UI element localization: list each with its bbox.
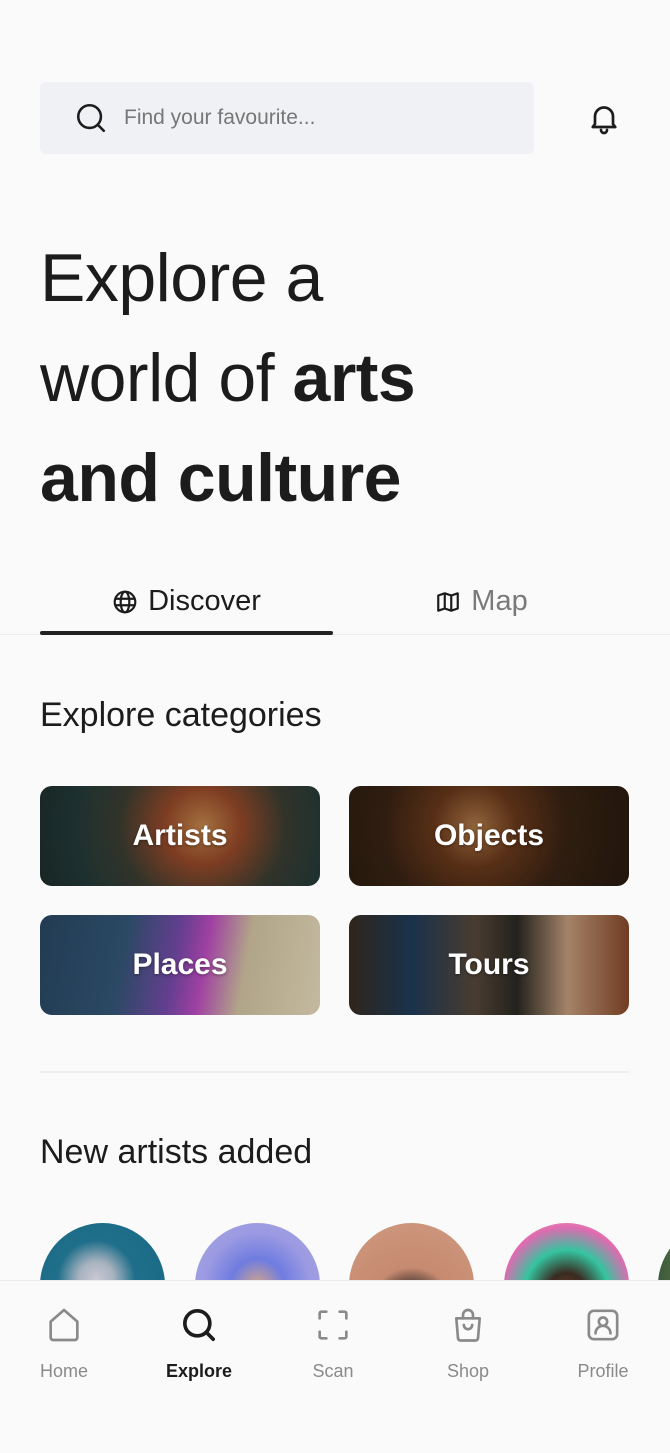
artist-avatar[interactable] [504, 1223, 629, 1280]
category-label: Tours [448, 948, 530, 981]
tab-discover-label: Discover [148, 585, 261, 617]
section-divider [40, 1071, 629, 1073]
category-label: Places [132, 948, 228, 981]
category-card-artists[interactable]: Artists [40, 786, 320, 886]
category-label: Artists [132, 819, 228, 852]
hero-line-3: and culture [40, 440, 402, 516]
bell-icon[interactable] [586, 100, 622, 136]
hero-line-1: Explore a [40, 240, 323, 316]
map-icon [437, 591, 460, 612]
category-label: Objects [433, 819, 545, 852]
search-row [40, 82, 630, 154]
nav-shop-label: Shop [446, 1361, 490, 1381]
nav-profile[interactable]: Profile [543, 1305, 663, 1382]
search-input[interactable] [124, 106, 504, 130]
tab-discover[interactable]: Discover [40, 570, 333, 633]
artist-avatar[interactable] [658, 1223, 670, 1280]
nav-home[interactable]: Home [4, 1305, 124, 1382]
home-icon [49, 1308, 79, 1342]
artist-avatar[interactable] [40, 1223, 165, 1280]
tab-map-label: Map [471, 585, 528, 617]
search-icon [76, 103, 106, 133]
nav-explore[interactable]: Explore [139, 1305, 259, 1382]
hero-heading: Explore a world of arts and culture [40, 228, 416, 528]
nav-explore-label: Explore [165, 1361, 233, 1381]
active-tab-indicator [40, 631, 333, 635]
hero-line-2-light: world of [40, 340, 293, 416]
nav-scan-label: Scan [312, 1361, 354, 1381]
bottom-navigation: Home Explore Scan Shop Profile [0, 1280, 670, 1453]
category-card-places[interactable]: Places [40, 915, 320, 1015]
category-card-objects[interactable]: Objects [349, 786, 629, 886]
shopping-bag-icon [455, 1308, 481, 1342]
nav-home-label: Home [39, 1361, 88, 1381]
search-icon [183, 1309, 216, 1341]
search-box[interactable] [40, 82, 534, 154]
nav-shop[interactable]: Shop [408, 1305, 528, 1382]
new-artists-carousel [40, 1223, 670, 1280]
tab-map[interactable]: Map [333, 570, 630, 633]
category-card-tours[interactable]: Tours [349, 915, 629, 1015]
artist-avatar[interactable] [349, 1223, 474, 1280]
new-artists-title: New artists added [40, 1133, 313, 1171]
profile-icon [587, 1309, 619, 1341]
nav-scan[interactable]: Scan [273, 1305, 393, 1382]
nav-profile-label: Profile [577, 1361, 629, 1381]
artist-avatar[interactable] [195, 1223, 320, 1280]
hero-line-2-bold: arts [292, 340, 416, 416]
scan-icon [318, 1310, 348, 1340]
globe-icon [113, 590, 137, 613]
tab-bar: Discover Map [0, 570, 670, 635]
categories-title: Explore categories [40, 696, 322, 734]
